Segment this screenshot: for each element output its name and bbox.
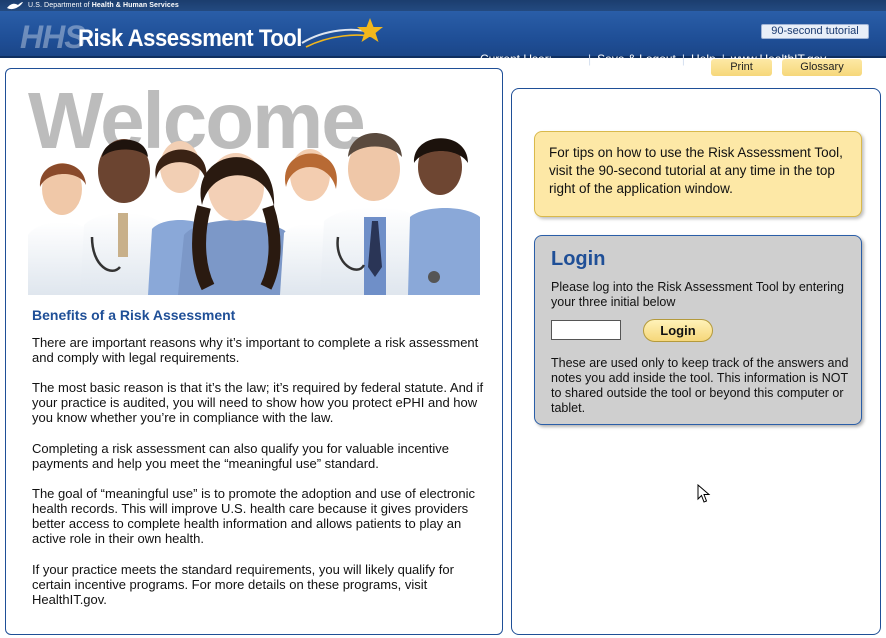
current-user-label: Current User: (480, 52, 553, 66)
app-header: HHS Risk Assessment Tool 90-second tutor… (0, 11, 886, 66)
print-button[interactable]: Print (711, 59, 772, 76)
login-box: Login Please log into the Risk Assessmen… (534, 235, 862, 425)
tutorial-tip: For tips on how to use the Risk Assessme… (534, 131, 862, 217)
hhs-eagle-icon (7, 1, 23, 9)
agency-bar: U.S. Department of Health & Human Servic… (0, 0, 886, 11)
login-panel: For tips on how to use the Risk Assessme… (511, 88, 881, 635)
agency-name: Health & Human Services (91, 2, 179, 9)
tutorial-button[interactable]: 90-second tutorial (761, 24, 869, 39)
benefits-heading: Benefits of a Risk Assessment (32, 307, 236, 323)
app-title: Risk Assessment Tool (78, 25, 302, 52)
benefits-paragraph: There are important reasons why it’s imp… (32, 335, 479, 365)
benefits-paragraph: The most basic reason is that it’s the l… (32, 380, 484, 425)
mouse-pointer-icon (697, 484, 711, 503)
medical-team-photo (28, 133, 480, 295)
benefits-paragraph: The goal of “meaningful use” is to promo… (32, 486, 475, 546)
benefits-paragraph: Completing a risk assessment can also qu… (32, 441, 449, 471)
nav-separator: | (681, 52, 686, 66)
glossary-button[interactable]: Glossary (782, 59, 862, 76)
benefits-paragraph: If your practice meets the standard requ… (32, 562, 454, 607)
user-nav: Current User: | Save & Logout | Help | w… (480, 51, 826, 67)
star-swoosh-icon (301, 18, 383, 48)
initials-input[interactable] (551, 320, 621, 340)
login-button[interactable]: Login (643, 319, 713, 342)
agency-label: U.S. Department of Health & Human Servic… (6, 0, 179, 11)
welcome-panel: Welcome Benefits of a Risk Assessment Th… (5, 68, 503, 635)
login-heading: Login (551, 248, 606, 270)
login-note: These are used only to keep track of the… (551, 356, 849, 415)
agency-prefix: U.S. Department of (28, 2, 92, 9)
nav-separator: | (588, 52, 592, 66)
login-description: Please log into the Risk Assessment Tool… (551, 280, 844, 309)
hhs-logo: HHS (20, 19, 86, 55)
save-logout-link[interactable]: Save & Logout (597, 52, 676, 66)
